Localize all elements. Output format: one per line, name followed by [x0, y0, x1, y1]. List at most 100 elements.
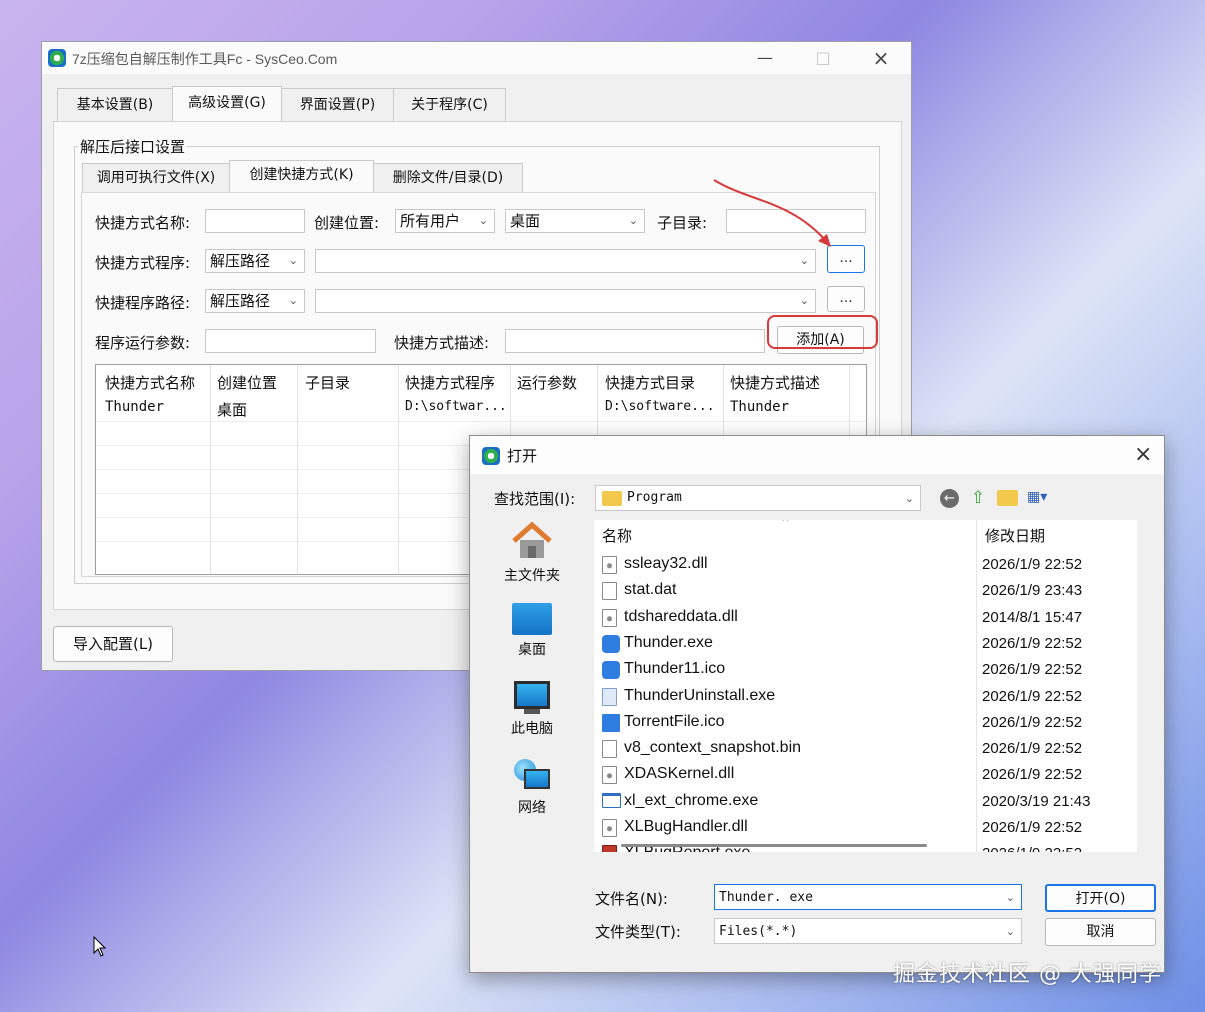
filetype-value: Files(*.*): [719, 924, 798, 939]
window-title: 7z压缩包自解压制作工具Fc - SysCeo.Com: [72, 51, 338, 67]
dialog-close-icon[interactable]: ×: [1134, 442, 1152, 467]
file-modified-date: 2026/1/9 22:52: [982, 740, 1083, 757]
subtab-delete-files[interactable]: 删除文件/目录(D): [373, 163, 523, 193]
file-row[interactable]: Thunder.exe: [594, 631, 976, 657]
cancel-button[interactable]: 取消: [1045, 918, 1156, 946]
highlight-rectangle: [767, 315, 878, 349]
chevron-down-icon: ⌄: [799, 294, 809, 307]
dll-file-icon: [602, 819, 617, 837]
uninstall-icon: [602, 688, 617, 706]
app-icon: [48, 49, 66, 67]
window-exe-icon: [602, 793, 621, 808]
view-menu-icon[interactable]: ▦▾: [1027, 489, 1057, 507]
shortcut-name-input[interactable]: [205, 209, 305, 233]
location-user-select[interactable]: 所有用户 ⌄: [395, 209, 495, 233]
dll-file-icon: [602, 609, 617, 627]
import-config-button[interactable]: 导入配置(L): [53, 626, 173, 662]
chevron-down-icon: ⌄: [288, 294, 298, 307]
file-row[interactable]: tdshareddata.dll: [594, 605, 976, 631]
column-header[interactable]: 运行参数: [517, 372, 577, 393]
tab-basic-settings[interactable]: 基本设置(B): [57, 88, 173, 122]
column-header[interactable]: 创建位置: [217, 372, 277, 393]
subtab-create-shortcut[interactable]: 创建快捷方式(K): [229, 160, 374, 193]
file-modified-date: 2020/3/19 21:43: [982, 793, 1091, 810]
cell-program: D:\softwar...: [405, 399, 505, 414]
thunder-icon: [602, 635, 620, 653]
file-row[interactable]: XLBugHandler.dll: [594, 815, 976, 841]
create-location-label: 创建位置:: [314, 214, 380, 232]
places-this-pc[interactable]: 此电脑: [492, 681, 572, 738]
blank-file-icon: [602, 740, 617, 758]
filename-value: Thunder. exe: [719, 890, 813, 905]
column-header[interactable]: 子目录: [305, 372, 350, 393]
file-name: TorrentFile.ico: [624, 713, 725, 730]
description-label: 快捷方式描述:: [394, 334, 490, 352]
open-button[interactable]: 打开(O): [1045, 884, 1156, 912]
chevron-down-icon: ⌄: [1005, 925, 1015, 938]
new-folder-icon[interactable]: [997, 490, 1018, 506]
file-row[interactable]: ssleay32.dll: [594, 552, 976, 578]
horizontal-scrollbar[interactable]: [621, 844, 927, 847]
column-header[interactable]: 快捷方式描述: [730, 372, 820, 393]
file-modified-date: 2026/1/9 22:52: [982, 714, 1083, 731]
close-button[interactable]: ×: [858, 42, 904, 74]
working-path-select[interactable]: ⌄: [315, 289, 816, 313]
shortcut-program-label: 快捷方式程序:: [95, 254, 191, 272]
column-header[interactable]: 快捷方式程序: [405, 372, 495, 393]
tab-advanced-settings[interactable]: 高级设置(G): [172, 86, 282, 122]
places-network[interactable]: 网络: [492, 759, 572, 817]
chevron-down-icon: ⌄: [478, 214, 488, 227]
path-base-select[interactable]: 解压路径 ⌄: [205, 289, 305, 313]
up-folder-icon[interactable]: ⇧: [968, 488, 988, 508]
folder-icon: [602, 491, 622, 506]
file-modified-date: 2026/1/9 22:52: [982, 556, 1083, 573]
look-in-select[interactable]: Program ⌄: [595, 485, 921, 511]
column-header-name[interactable]: 名称: [602, 525, 632, 546]
filetype-select[interactable]: Files(*.*) ⌄: [714, 918, 1022, 944]
column-header[interactable]: 快捷方式目录: [605, 372, 695, 393]
cell-directory: D:\software...: [605, 399, 715, 414]
program-base-select[interactable]: 解压路径 ⌄: [205, 249, 305, 273]
file-row[interactable]: xl_ext_chrome.exe: [594, 789, 976, 815]
watermark: 掘金技术社区 @ 大强同学: [893, 962, 1162, 987]
file-modified-date: 2014/8/1 15:47: [982, 609, 1083, 626]
file-name: ThunderUninstall.exe: [624, 687, 776, 704]
file-row[interactable]: TorrentFile.ico: [594, 710, 976, 736]
tab-about[interactable]: 关于程序(C): [393, 88, 506, 122]
dialog-title: 打开: [507, 447, 538, 465]
places-bar: 主文件夹 桌面 此电脑 网络: [492, 521, 576, 851]
file-row[interactable]: v8_context_snapshot.bin: [594, 736, 976, 762]
back-icon[interactable]: ←: [940, 489, 959, 508]
app-icon: [482, 447, 500, 465]
home-folder-icon: [512, 521, 552, 558]
column-header-modified[interactable]: 修改日期: [985, 525, 1045, 546]
column-header[interactable]: 快捷方式名称: [105, 372, 195, 393]
places-home[interactable]: 主文件夹: [492, 521, 572, 585]
maximize-button[interactable]: □: [800, 42, 846, 74]
bug-icon: [602, 845, 617, 852]
bt-icon: [602, 714, 620, 732]
file-list[interactable]: 名称 ⌃ 修改日期 ssleay32.dll stat.dat tdsharedda…: [594, 520, 1137, 852]
browse-path-button[interactable]: ...: [827, 286, 865, 312]
file-modified-date: 2026/1/9 22:52: [982, 635, 1083, 652]
file-row[interactable]: ThunderUninstall.exe: [594, 684, 976, 710]
file-row[interactable]: Thunder11.ico: [594, 657, 976, 683]
file-row[interactable]: XDASKernel.dll: [594, 762, 976, 788]
minimize-button[interactable]: —: [742, 42, 788, 74]
run-args-input[interactable]: [205, 329, 376, 353]
subtab-call-executable[interactable]: 调用可执行文件(X): [82, 163, 230, 193]
annotation-arrow: [713, 179, 831, 247]
file-name: Thunder11.ico: [624, 660, 726, 677]
places-desktop[interactable]: 桌面: [492, 603, 572, 659]
cell-description: Thunder: [730, 399, 790, 415]
tab-ui-settings[interactable]: 界面设置(P): [281, 88, 394, 122]
look-in-label: 查找范围(I):: [494, 490, 576, 508]
description-input[interactable]: [505, 329, 765, 353]
thunder-icon: [602, 661, 620, 679]
chevron-down-icon: ⌄: [1005, 891, 1015, 904]
file-name: ssleay32.dll: [624, 555, 708, 572]
file-row[interactable]: stat.dat: [594, 578, 976, 604]
location-place-select[interactable]: 桌面 ⌄: [505, 209, 645, 233]
filename-input[interactable]: Thunder. exe ⌄: [714, 884, 1022, 910]
chevron-down-icon: ⌄: [628, 214, 638, 227]
